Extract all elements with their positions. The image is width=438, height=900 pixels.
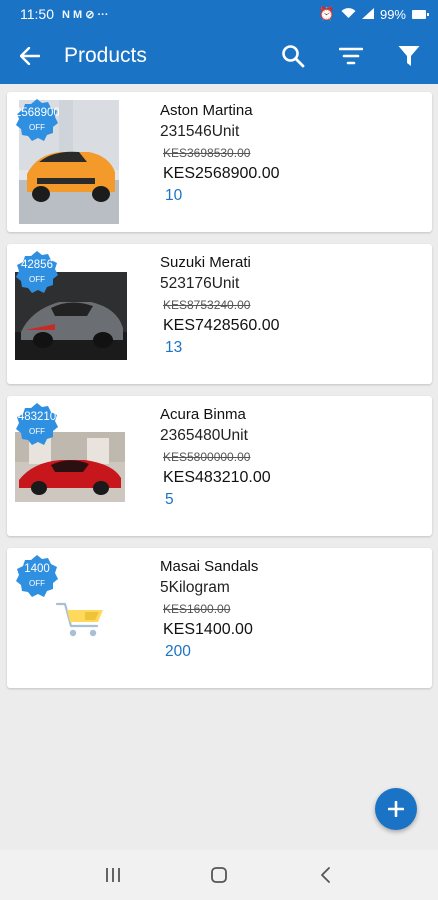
system-back-button[interactable]	[300, 850, 350, 900]
search-icon	[282, 45, 305, 68]
product-card[interactable]: 483210 OFF Acura Binma 2365480Unit KES58…	[7, 396, 432, 536]
product-card[interactable]: 2568900 OFF Aston Martina 231546Unit KES…	[7, 92, 432, 232]
badge-seal-icon	[16, 555, 58, 597]
shopping-cart-icon	[55, 602, 103, 637]
original-price: KES1600.00	[163, 602, 231, 616]
product-list: 2568900 OFF Aston Martina 231546Unit KES…	[7, 92, 432, 700]
wifi-icon	[341, 7, 356, 22]
filter-button[interactable]	[380, 28, 438, 84]
product-unit: 231546Unit	[160, 123, 240, 140]
product-unit: 2365480Unit	[160, 427, 248, 444]
app-bar: Products	[0, 28, 438, 84]
discount-badge: 42856 OFF	[15, 250, 59, 294]
badge-seal-icon	[16, 403, 58, 445]
original-price: KES8753240.00	[163, 298, 251, 312]
product-name: Aston Martina	[160, 102, 253, 119]
system-nav-bar	[0, 850, 438, 900]
badge-amount: 483210	[17, 411, 57, 423]
recent-apps-icon	[106, 868, 120, 882]
product-name: Acura Binma	[160, 406, 246, 423]
product-unit: 523176Unit	[160, 275, 240, 292]
back-button[interactable]	[2, 28, 58, 84]
signal-icon	[361, 7, 374, 22]
badge-off-label: OFF	[29, 123, 45, 132]
badge-amount: 1400	[24, 563, 50, 575]
status-bar: 11:50 N M ⊘ ··· ⏰ 99%	[0, 0, 438, 28]
product-card[interactable]: 1400 OFF Masai Sandals 5Kilogram KES1600…	[7, 548, 432, 688]
badge-off-label: OFF	[29, 579, 45, 588]
battery-percent: 99%	[379, 6, 406, 22]
stock-quantity: 5	[165, 491, 174, 508]
original-price: KES5800000.00	[163, 450, 251, 464]
discount-badge: 2568900 OFF	[15, 98, 59, 142]
product-unit: 5Kilogram	[160, 579, 230, 596]
search-button[interactable]	[264, 28, 322, 84]
filter-icon	[398, 46, 420, 66]
badge-off-label: OFF	[29, 427, 45, 436]
status-time: 11:50	[20, 6, 54, 22]
badge-amount: 42856	[21, 259, 53, 271]
recent-apps-button[interactable]	[88, 850, 138, 900]
home-button[interactable]	[194, 850, 244, 900]
stock-quantity: 13	[165, 339, 183, 356]
product-card[interactable]: 42856 OFF Suzuki Merati 523176Unit KES87…	[7, 244, 432, 384]
add-product-button[interactable]	[375, 788, 417, 830]
notification-icons: N M ⊘ ···	[62, 8, 109, 21]
sale-price: KES2568900.00	[163, 165, 280, 182]
plus-icon	[388, 801, 404, 817]
badge-amount: 2568900	[15, 107, 59, 119]
sale-price: KES7428560.00	[163, 317, 280, 334]
stock-quantity: 10	[165, 187, 183, 204]
discount-badge: 483210 OFF	[15, 402, 59, 446]
original-price: KES3698530.00	[163, 146, 251, 160]
sort-icon	[339, 47, 363, 65]
page-title: Products	[64, 44, 147, 67]
battery-icon	[412, 9, 429, 19]
stock-quantity: 200	[165, 643, 191, 660]
battery-level	[413, 10, 425, 18]
product-name: Masai Sandals	[160, 558, 259, 575]
badge-seal-icon	[16, 99, 58, 141]
home-icon	[211, 867, 227, 883]
sort-button[interactable]	[322, 28, 380, 84]
chevron-left-icon	[321, 867, 330, 883]
badge-seal-icon	[16, 251, 58, 293]
badge-off-label: OFF	[29, 275, 45, 284]
sale-price: KES1400.00	[163, 621, 253, 638]
alarm-icon: ⏰	[318, 6, 335, 21]
product-name: Suzuki Merati	[160, 254, 251, 271]
sale-price: KES483210.00	[163, 469, 271, 486]
arrow-back-icon	[20, 47, 40, 65]
discount-badge: 1400 OFF	[15, 554, 59, 598]
